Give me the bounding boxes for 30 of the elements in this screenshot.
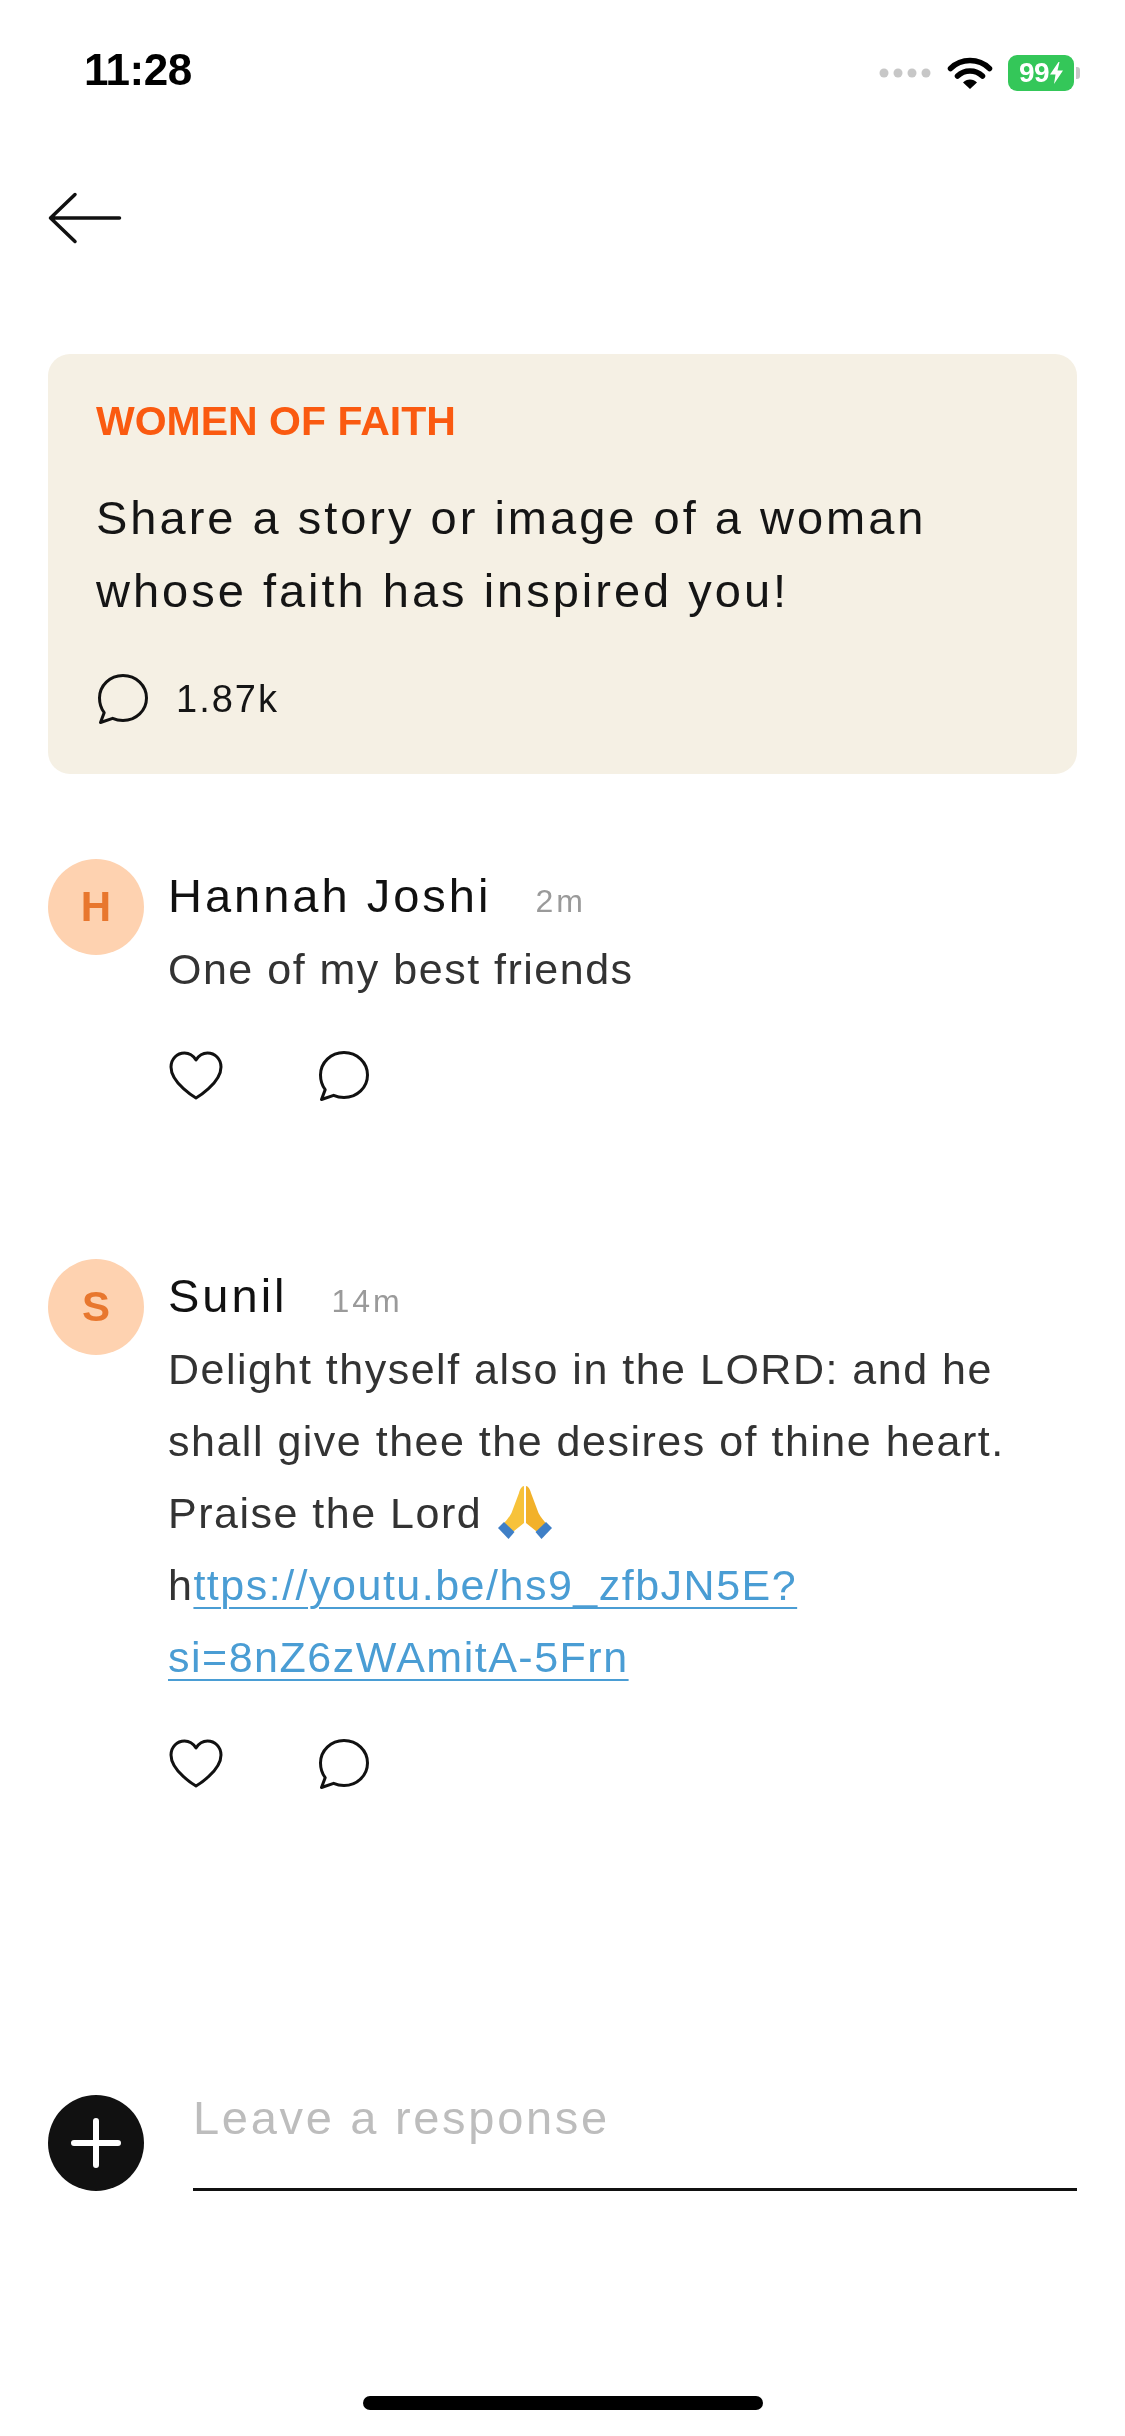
url-link[interactable]: ttps://youtu.be/hs9_zfbJN5E?: [193, 1561, 798, 1609]
response-count: 1.87k: [176, 677, 279, 721]
bolt-icon: [1050, 62, 1064, 84]
author-name: Sunil: [168, 1268, 288, 1324]
speech-bubble-icon: [317, 1737, 371, 1791]
back-button[interactable]: [48, 192, 122, 244]
heart-icon[interactable]: [168, 1050, 224, 1102]
wifi-icon: [947, 56, 993, 90]
category-label: WOMEN OF FAITH: [96, 398, 457, 444]
speech-bubble-icon: [317, 1049, 371, 1103]
comment-text: One of my best friends: [168, 944, 635, 995]
back-arrow-icon: [48, 192, 122, 244]
comment-time: 2m: [535, 883, 586, 920]
speech-bubble-icon: [96, 672, 150, 726]
battery-percent: 99: [1018, 57, 1050, 89]
add-button[interactable]: [48, 2095, 144, 2191]
reply-button[interactable]: [317, 1737, 371, 1791]
comment-text: Delight thyself also in the LORD: and he shall give thee the desires of thine heart. Praise the Lord https://youtu.be/hs9_zfbJN5E? si=8nZ6zWAmitA-5Frn: [168, 1344, 1006, 1683]
author-name: Hannah Joshi: [168, 868, 492, 924]
comment-time: 14m: [331, 1283, 403, 1320]
avatar: H: [48, 859, 144, 955]
signal-dots-icon: [879, 68, 932, 78]
status-time: 11:28: [84, 45, 192, 95]
response-input[interactable]: Leave a response: [193, 2085, 1077, 2191]
heart-icon[interactable]: [168, 1738, 224, 1790]
plus-circle-icon: [48, 2095, 144, 2191]
prompt-text: Share a story or image of a woman whose faith has inspired you!: [96, 490, 928, 619]
reply-button[interactable]: [317, 1049, 371, 1103]
url-link[interactable]: si=8nZ6zWAmitA-5Frn: [168, 1633, 629, 1681]
avatar: S: [48, 1259, 144, 1355]
